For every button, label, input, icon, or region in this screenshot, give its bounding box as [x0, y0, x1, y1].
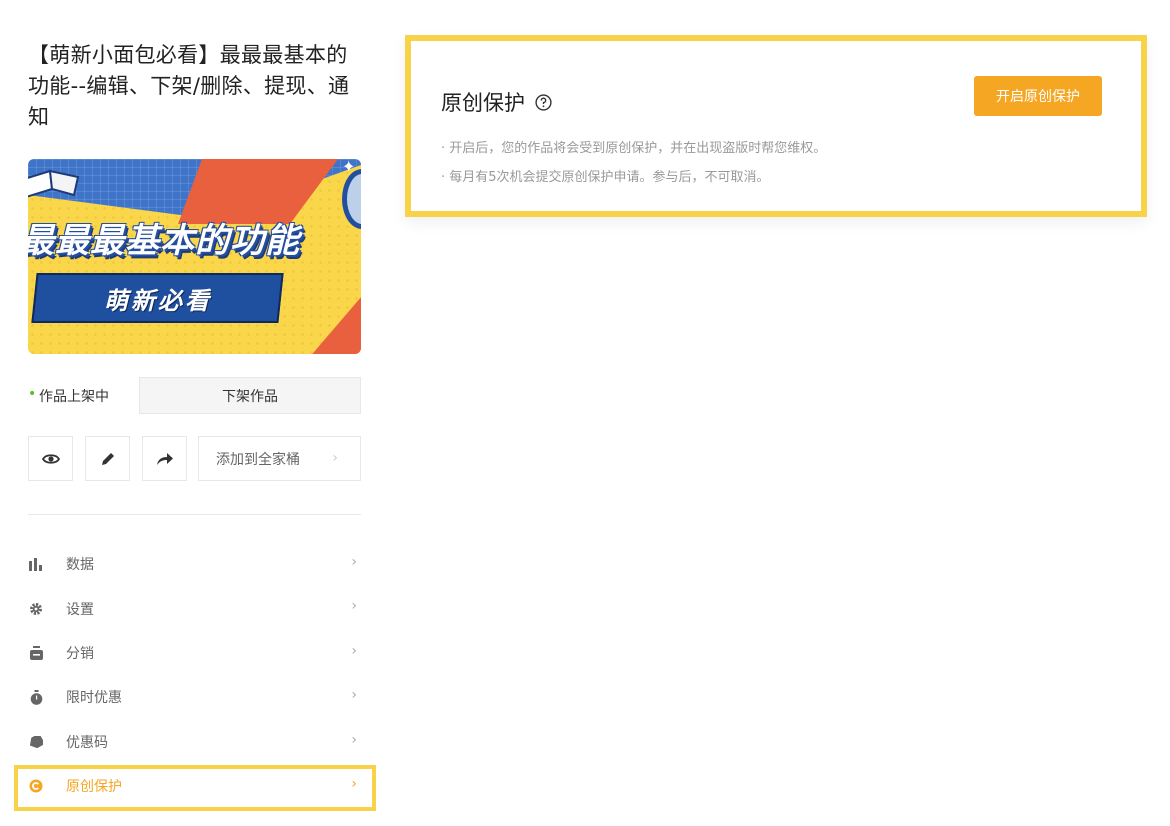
status-row: • 作品上架中 下架作品 — [28, 377, 361, 414]
panel-note: · 每月有5次机会提交原创保护申请。参与后，不可取消。 — [441, 170, 770, 185]
pencil-icon — [101, 452, 114, 465]
panel-title-text: 原创保护 — [441, 91, 525, 115]
share-arrow-icon — [156, 452, 173, 465]
gear-icon — [28, 601, 44, 617]
eye-icon — [41, 453, 60, 464]
share-button[interactable] — [142, 436, 187, 481]
stopwatch-icon — [28, 689, 44, 705]
chevron-right-icon: › — [351, 642, 357, 659]
menu-item-label: 优惠码 — [66, 734, 108, 751]
action-row: 添加到全家桶 › — [28, 436, 361, 481]
add-to-bundle-label: 添加到全家桶 — [216, 451, 300, 468]
menu-item-label: 限时优惠 — [66, 690, 122, 707]
menu-item-label: 分销 — [66, 645, 94, 662]
tag-icon — [28, 734, 44, 750]
course-cover-image: ✦ 最最最基本的功能 萌新必看 — [28, 159, 361, 354]
original-protection-panel: 原创保护 开启原创保护 · 开启后，您的作品将会受到原创保护，并在出现盗版时帮您… — [405, 35, 1147, 217]
money-bag-icon — [28, 645, 44, 661]
preview-button[interactable] — [28, 436, 73, 481]
menu-item-label: 设置 — [66, 601, 94, 618]
highlight-box-menu — [14, 765, 376, 811]
course-info: 【萌新小面包必看】最最最基本的功能--编辑、下架/删除、提现、通知 — [28, 40, 361, 133]
panel-note: · 开启后，您的作品将会受到原创保护，并在出现盗版时帮您维权。 — [441, 141, 827, 156]
cover-banner-text: 萌新必看 — [103, 286, 212, 315]
menu-item-settings[interactable]: 设置 › — [28, 586, 361, 630]
sparkle-icon: ✦ — [342, 159, 356, 176]
menu-item-coupon[interactable]: 优惠码 › — [28, 720, 361, 764]
divider — [28, 514, 361, 515]
chevron-right-icon: › — [351, 598, 357, 615]
chevron-right-icon: › — [351, 554, 357, 570]
panel-title: 原创保护 — [441, 87, 552, 117]
menu-item-flash-sale[interactable]: 限时优惠 › — [28, 675, 361, 719]
chevron-right-icon: › — [351, 731, 357, 748]
cover-headline: 最最最基本的功能 — [28, 221, 300, 261]
course-title: 【萌新小面包必看】最最最基本的功能--编辑、下架/删除、提现、通知 — [28, 43, 350, 129]
status-text: 作品上架中 — [39, 389, 109, 405]
menu-item-label: 数据 — [66, 557, 94, 574]
question-circle-icon[interactable] — [535, 93, 552, 111]
chevron-right-icon: › — [332, 450, 338, 466]
book-icon — [28, 169, 80, 198]
menu-item-data[interactable]: 数据 › — [28, 542, 361, 586]
chevron-right-icon: › — [351, 687, 357, 704]
takedown-button[interactable]: 下架作品 — [139, 377, 361, 414]
cover-banner: 萌新必看 — [31, 273, 284, 323]
status-dot-icon: • — [28, 386, 37, 402]
edit-button[interactable] — [85, 436, 130, 481]
bar-chart-icon — [28, 556, 44, 572]
menu-item-distribution[interactable]: 分销 › — [28, 631, 361, 675]
enable-protection-button[interactable]: 开启原创保护 — [974, 76, 1102, 116]
add-to-bundle-button[interactable]: 添加到全家桶 › — [198, 436, 361, 481]
